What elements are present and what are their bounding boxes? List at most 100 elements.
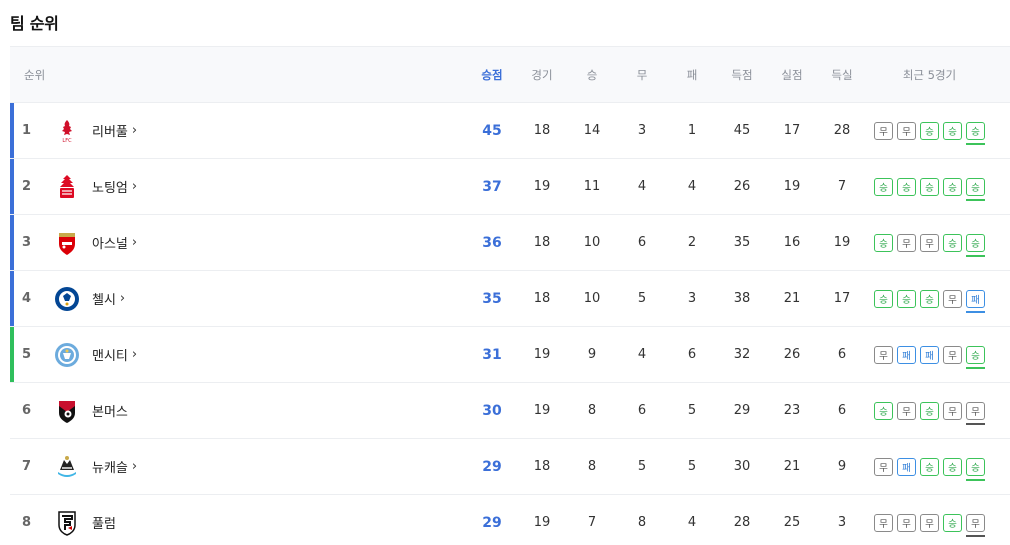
stat-drawn: 4 [637, 347, 647, 362]
stat-ga: 23 [783, 403, 801, 418]
rank: 6 [22, 403, 32, 418]
form-badge-win: 승 [966, 177, 985, 201]
stat-points: 35 [482, 290, 502, 307]
stat-drawn: 3 [637, 123, 647, 138]
team-name-label: 리버풀 [92, 125, 128, 140]
stat-ga: 21 [783, 459, 801, 474]
latest-match-underline [966, 478, 985, 481]
chelsea-crest-icon [54, 286, 80, 312]
form-result: 승 [948, 518, 957, 530]
zone-indicator [10, 327, 14, 382]
table-row[interactable]: 2 노팅엄 › 37 19 11 4 4 26 19 7 승 승 승 승 승 [10, 159, 1010, 215]
table-row[interactable]: 5 맨시티 › 31 19 9 4 6 32 26 6 무 패 패 무 승 [10, 327, 1010, 383]
header-goal-diff[interactable]: 득실 [822, 47, 862, 102]
stat-gf: 28 [733, 515, 751, 530]
form-cell: 무패패무승 [872, 327, 987, 382]
form-result: 무 [902, 126, 911, 138]
form-badge-win: 승 [943, 513, 962, 532]
recent-form: 무무승승승 [874, 121, 985, 145]
stat-points: 36 [482, 234, 502, 251]
form-badge-draw: 무 [943, 289, 962, 308]
form-badge-win: 승 [920, 401, 939, 420]
form-result: 무 [902, 238, 911, 250]
arsenal-crest-icon [54, 230, 80, 256]
stat-gd: 19 [833, 235, 851, 250]
recent-form: 무패승승승 [874, 457, 985, 481]
header-goals-for[interactable]: 득점 [722, 47, 762, 102]
stat-gd: 6 [837, 347, 847, 362]
team-name[interactable]: 맨시티 › [92, 327, 242, 382]
stat-gf: 26 [733, 179, 751, 194]
stat-points: 29 [482, 458, 502, 475]
latest-match-underline [966, 142, 985, 145]
stat-played: 19 [533, 515, 551, 530]
stat-points: 30 [482, 402, 502, 419]
form-badge-draw: 무 [943, 345, 962, 364]
header-lost[interactable]: 패 [672, 47, 712, 102]
stat-drawn: 8 [637, 515, 647, 530]
stat-lost: 4 [687, 179, 697, 194]
svg-text:LFC: LFC [62, 138, 72, 144]
team-name[interactable]: 리버풀 › [92, 103, 242, 158]
stat-gf: 35 [733, 235, 751, 250]
header-points[interactable]: 승점 [472, 47, 512, 102]
form-result: 무 [971, 406, 980, 418]
rank: 8 [22, 515, 32, 530]
nottingham-forest-crest-icon [54, 174, 80, 200]
stat-gd: 3 [837, 515, 847, 530]
team-name-label: 본머스 [92, 405, 128, 420]
team-name[interactable]: 첼시 › [92, 271, 242, 326]
stat-ga: 25 [783, 515, 801, 530]
form-badge-draw: 무 [874, 345, 893, 364]
form-result: 승 [971, 238, 980, 250]
stat-ga: 19 [783, 179, 801, 194]
form-result: 승 [948, 462, 957, 474]
chevron-right-icon: › [131, 459, 138, 474]
stat-played: 18 [533, 235, 551, 250]
stat-points: 37 [482, 178, 502, 195]
team-name[interactable]: 뉴캐슬 › [92, 439, 242, 494]
header-won[interactable]: 승 [572, 47, 612, 102]
stat-lost: 1 [687, 123, 697, 138]
stat-gd: 28 [833, 123, 851, 138]
form-badge-win: 승 [920, 177, 939, 196]
rank: 4 [22, 291, 32, 306]
form-badge-win: 승 [897, 289, 916, 308]
stat-won: 10 [583, 291, 601, 306]
form-result: 승 [879, 406, 888, 418]
form-badge-draw: 무 [874, 513, 893, 532]
stat-gd: 9 [837, 459, 847, 474]
form-result: 패 [902, 350, 911, 362]
form-result: 승 [971, 350, 980, 362]
stat-points: 45 [482, 122, 502, 139]
team-name[interactable]: 노팅엄 › [92, 159, 242, 214]
fulham-crest-icon [54, 510, 80, 536]
header-goals-against[interactable]: 실점 [772, 47, 812, 102]
form-result: 패 [902, 462, 911, 474]
team-name[interactable]: 아스널 › [92, 215, 242, 270]
form-result: 무 [879, 518, 888, 530]
stat-ga: 17 [783, 123, 801, 138]
stat-ga: 21 [783, 291, 801, 306]
form-badge-draw: 무 [966, 401, 985, 425]
stat-drawn: 5 [637, 291, 647, 306]
header-played[interactable]: 경기 [522, 47, 562, 102]
stat-drawn: 6 [637, 235, 647, 250]
form-result: 무 [948, 294, 957, 306]
latest-match-underline [966, 366, 985, 369]
header-rank: 순위 [24, 67, 46, 82]
page-title: 팀 순위 [10, 14, 59, 33]
form-result: 승 [925, 294, 934, 306]
table-row[interactable]: 1 LFC 리버풀 › 45 18 14 3 1 45 17 28 무 무 승 승 승 [10, 103, 1010, 159]
table-row[interactable]: 4 첼시 › 35 18 10 5 3 38 21 17 승 승 승 무 패 [10, 271, 1010, 327]
form-badge-win: 승 [943, 121, 962, 140]
stat-played: 18 [533, 459, 551, 474]
header-drawn[interactable]: 무 [622, 47, 662, 102]
stat-won: 10 [583, 235, 601, 250]
table-row[interactable]: 3 아스널 › 36 18 10 6 2 35 16 19 승 무 무 승 승 [10, 215, 1010, 271]
stat-played: 19 [533, 403, 551, 418]
form-result: 패 [971, 294, 980, 306]
form-badge-draw: 무 [966, 513, 985, 537]
table-row[interactable]: 7 뉴캐슬 › 29 18 8 5 5 30 21 9 무 패 승 승 승 [10, 439, 1010, 495]
team-logo [50, 215, 84, 270]
